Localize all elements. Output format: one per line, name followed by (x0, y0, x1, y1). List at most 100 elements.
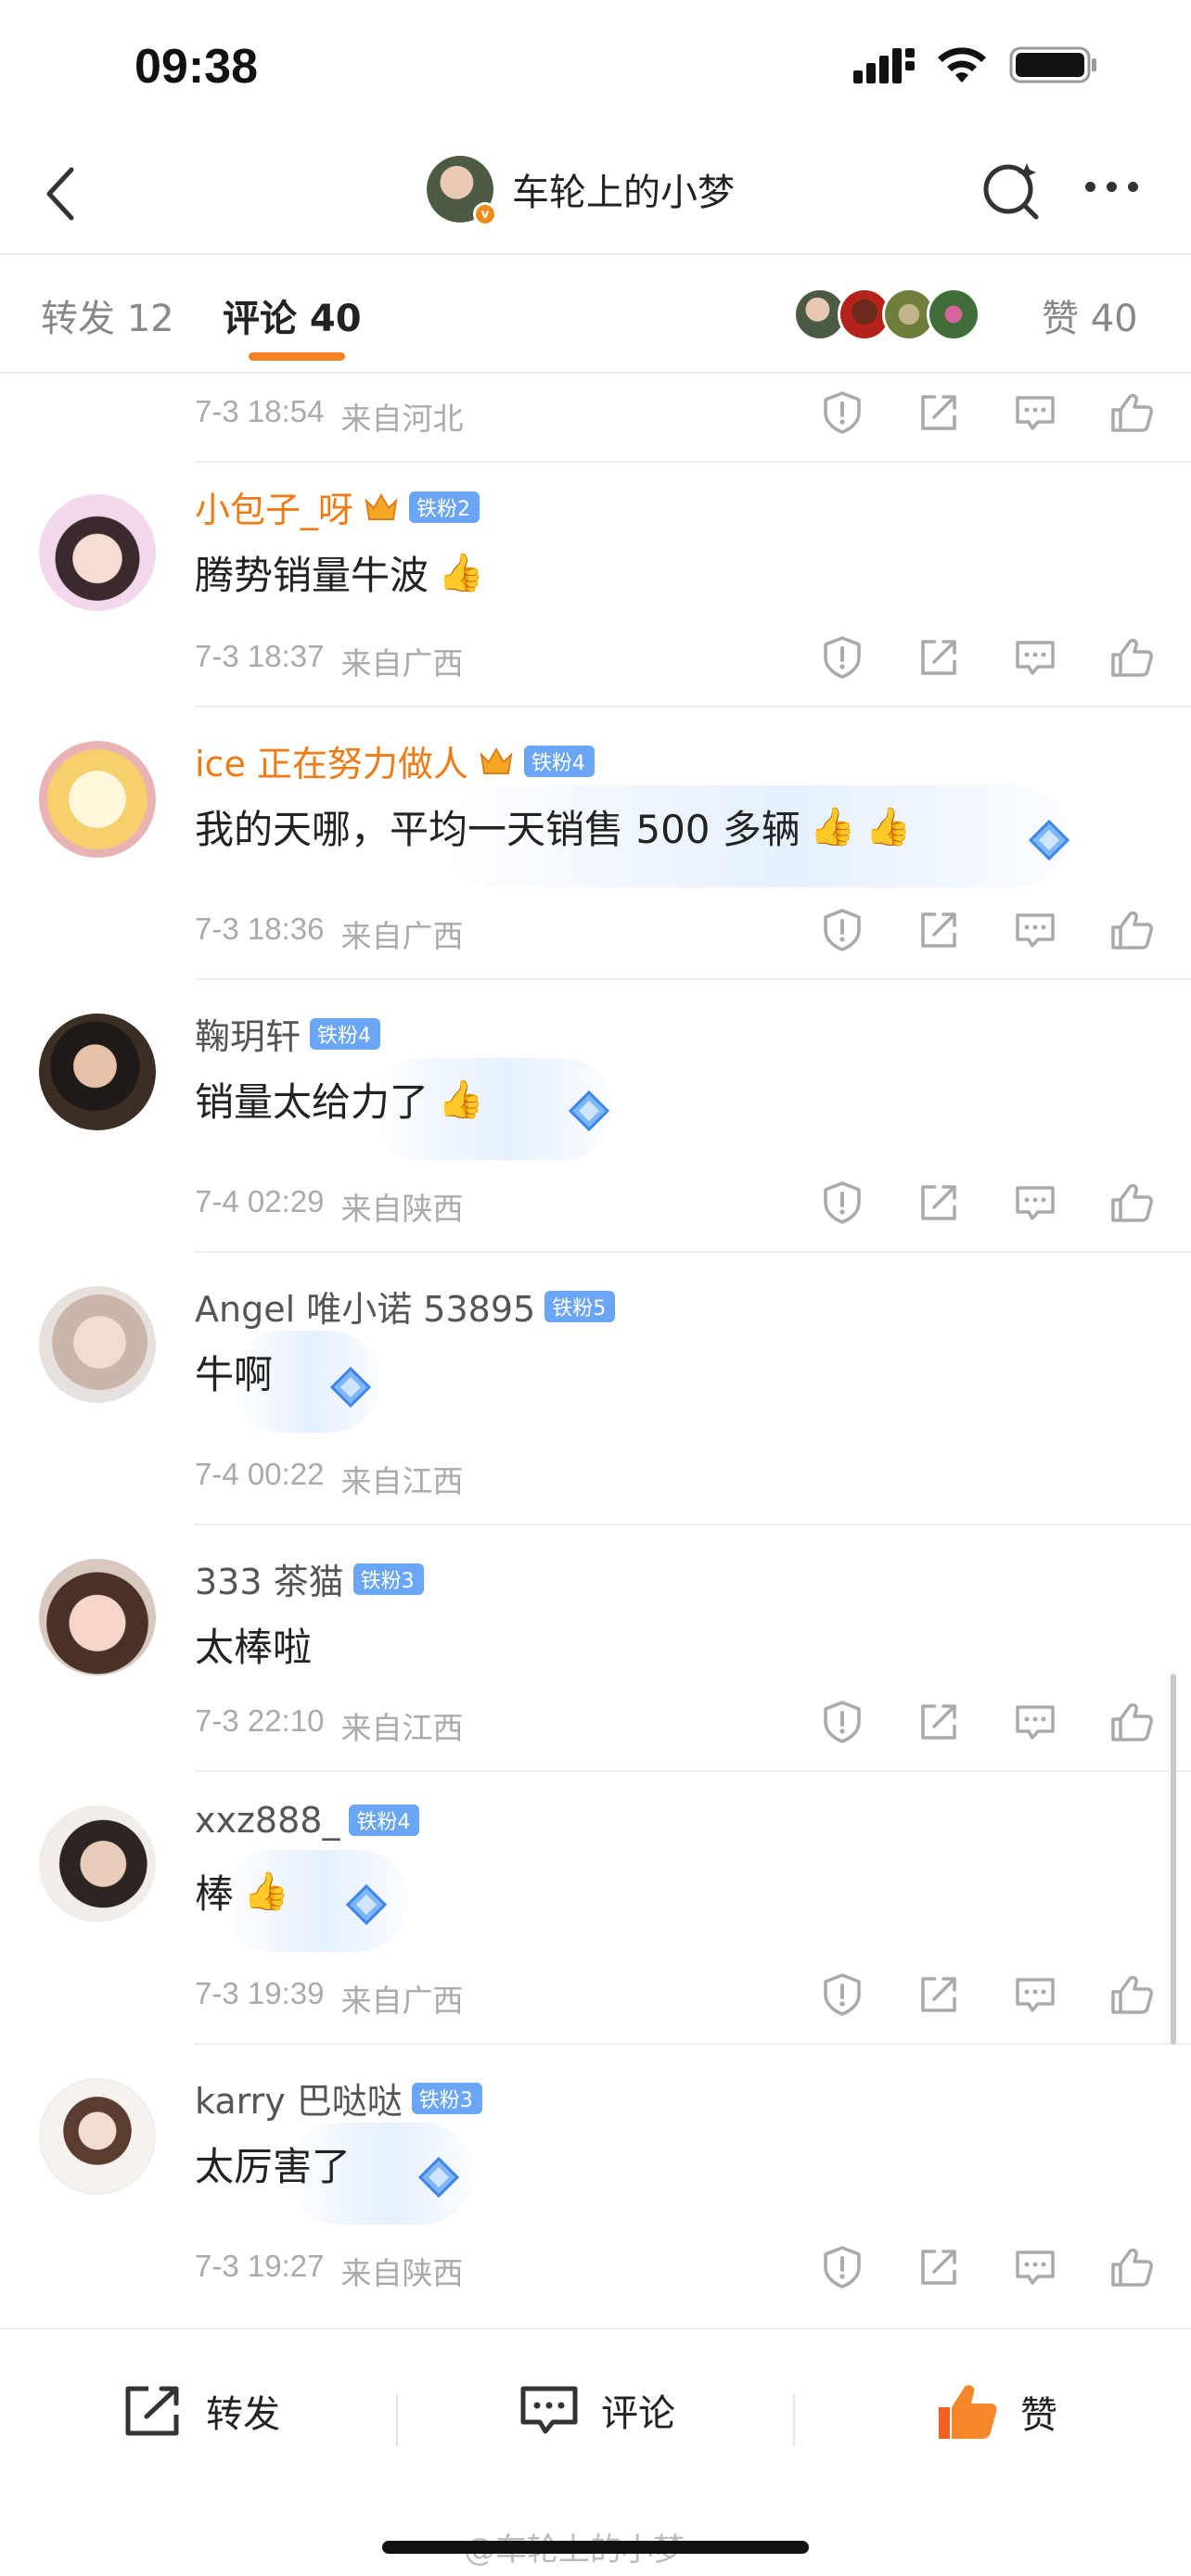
comment-username[interactable]: ice 正在努力做人 (195, 735, 468, 786)
comment-item[interactable]: Angel 唯小诺 53895 铁粉5 牛啊 7-4 00:22 来自江西 (0, 1253, 1191, 1525)
comment-item[interactable]: xxz888_ 铁粉4 棒 👍 7-3 19:39 来自广西 (0, 1772, 1191, 2045)
tab-comment[interactable]: 评论 40 (223, 288, 362, 342)
reply-button[interactable] (1009, 1177, 1061, 1229)
liker-avatars[interactable] (793, 287, 980, 341)
share-icon (921, 2250, 956, 2285)
like-button[interactable] (1106, 1969, 1158, 2021)
back-button[interactable] (28, 161, 93, 226)
avatar[interactable] (39, 1559, 156, 1676)
comment-time: 7-3 18:54 (195, 394, 325, 428)
comment-icon (1016, 1705, 1055, 1740)
comment-actions (816, 387, 1158, 439)
comment-text: 腾势销量牛波 (195, 553, 429, 598)
share-button[interactable] (913, 1969, 965, 2021)
diamond-icon (568, 1090, 610, 1132)
battery-icon (1009, 46, 1096, 83)
share-button[interactable] (913, 631, 965, 683)
comment-icon (1016, 2251, 1055, 2285)
like-button[interactable] (1106, 387, 1158, 439)
fan-badge-label: 铁粉3 (360, 1569, 415, 1593)
avatar[interactable] (39, 1014, 156, 1130)
reply-button[interactable] (1009, 631, 1061, 683)
repost-label: 转发 (206, 2393, 280, 2436)
share-button[interactable] (913, 2241, 965, 2293)
comment-item[interactable]: 小包子_呀 铁粉2 腾势销量牛波 👍 7-3 18:37 来自广西 (0, 461, 1191, 708)
comment-header: 333 茶猫 铁粉3 (195, 1553, 424, 1604)
like-button[interactable] (1106, 904, 1158, 956)
report-button[interactable] (816, 904, 868, 956)
fan-badge: 铁粉2 (409, 491, 480, 523)
share-button[interactable] (913, 387, 965, 439)
home-indicator[interactable] (382, 2541, 809, 2554)
report-button[interactable] (816, 387, 868, 439)
status-bar: 09:38 (0, 0, 1191, 139)
like-button[interactable] (1106, 1177, 1158, 1229)
like-button[interactable]: 赞 (935, 2381, 1057, 2442)
comment-item[interactable]: 鞠玥轩 铁粉4 销量太给力了 👍 7-4 02:29 来自陕西 (0, 980, 1191, 1253)
like-label: 赞 (1020, 2394, 1057, 2437)
reply-button[interactable] (1009, 387, 1061, 439)
comment-username[interactable]: xxz888_ (195, 1800, 339, 1841)
like-icon (939, 2385, 997, 2439)
thumbs-up-icon: 👍 (864, 806, 912, 848)
report-button[interactable] (816, 1696, 868, 1748)
like-icon (1111, 911, 1153, 950)
avatar[interactable] (39, 1286, 156, 1403)
report-button[interactable] (816, 1969, 868, 2021)
more-icon (1128, 182, 1138, 192)
report-button[interactable] (816, 2241, 868, 2293)
comment-username[interactable]: 鞠玥轩 (195, 1008, 301, 1059)
comment-button[interactable]: 评论 (518, 2381, 675, 2439)
comment-meta: 7-3 19:39 来自广西 (195, 1976, 463, 2021)
comment-meta: 7-3 18:36 来自广西 (195, 912, 463, 956)
reply-button[interactable] (1009, 1969, 1061, 2021)
avatar[interactable] (39, 741, 156, 858)
search-button[interactable] (979, 158, 1044, 223)
avatar[interactable] (39, 494, 156, 611)
tab-like[interactable]: 赞 40 (1042, 288, 1138, 342)
report-icon (824, 636, 861, 679)
comment-icon (520, 2386, 578, 2434)
fan-badge-label: 铁粉4 (531, 751, 585, 775)
reply-button[interactable] (1009, 2241, 1061, 2293)
scrollbar[interactable] (1171, 1674, 1176, 2045)
comment-meta: 7-4 00:22 来自江西 (195, 1457, 463, 1501)
comment-actions (816, 904, 1158, 956)
comment-username[interactable]: 小包子_呀 (195, 481, 353, 532)
share-button[interactable] (913, 1177, 965, 1229)
comment-username[interactable]: 333 茶猫 (195, 1553, 344, 1604)
report-button[interactable] (816, 631, 868, 683)
avatar[interactable] (39, 2078, 156, 2195)
share-icon (921, 640, 956, 675)
comment-item[interactable]: karry 巴哒哒 铁粉3 太厉害了 7-3 19:27 来自陕西 (0, 2045, 1191, 2317)
comment-actions (816, 1969, 1158, 2021)
like-button[interactable] (1106, 2241, 1158, 2293)
share-icon (125, 2386, 179, 2436)
comment-body: 腾势销量牛波 👍 (195, 544, 484, 601)
comment-time: 7-3 18:37 (195, 639, 325, 673)
like-icon (1111, 1975, 1153, 2014)
comment-body: 牛啊 (195, 1344, 273, 1400)
like-button[interactable] (1106, 631, 1158, 683)
tab-repost[interactable]: 转发 12 (41, 288, 174, 342)
back-icon (46, 167, 74, 221)
like-button[interactable] (1106, 1696, 1158, 1748)
comment-username[interactable]: karry 巴哒哒 (195, 2072, 403, 2123)
comment-item[interactable]: ice 正在努力做人 铁粉4 我的天哪，平均一天销售 500 多辆 👍 👍 7-… (0, 708, 1191, 980)
fan-badge-label: 铁粉5 (552, 1296, 607, 1320)
nav-user[interactable]: v 车轮上的小梦 (427, 156, 735, 226)
avatar[interactable]: v (427, 156, 497, 226)
comment-username[interactable]: Angel 唯小诺 53895 (195, 1281, 535, 1332)
comment-item[interactable]: 333 茶猫 铁粉3 太棒啦 7-3 22:10 来自江西 (0, 1525, 1191, 1772)
more-icon (1085, 182, 1095, 192)
share-button[interactable] (913, 904, 965, 956)
comment-time: 7-3 19:27 (195, 2249, 325, 2283)
report-button[interactable] (816, 1177, 868, 1229)
avatar[interactable] (39, 1805, 156, 1922)
reply-button[interactable] (1009, 904, 1061, 956)
reply-button[interactable] (1009, 1696, 1061, 1748)
share-icon (921, 1704, 956, 1740)
more-button[interactable] (1085, 182, 1138, 192)
share-button[interactable] (913, 1696, 965, 1748)
repost-button[interactable]: 转发 (121, 2381, 280, 2441)
